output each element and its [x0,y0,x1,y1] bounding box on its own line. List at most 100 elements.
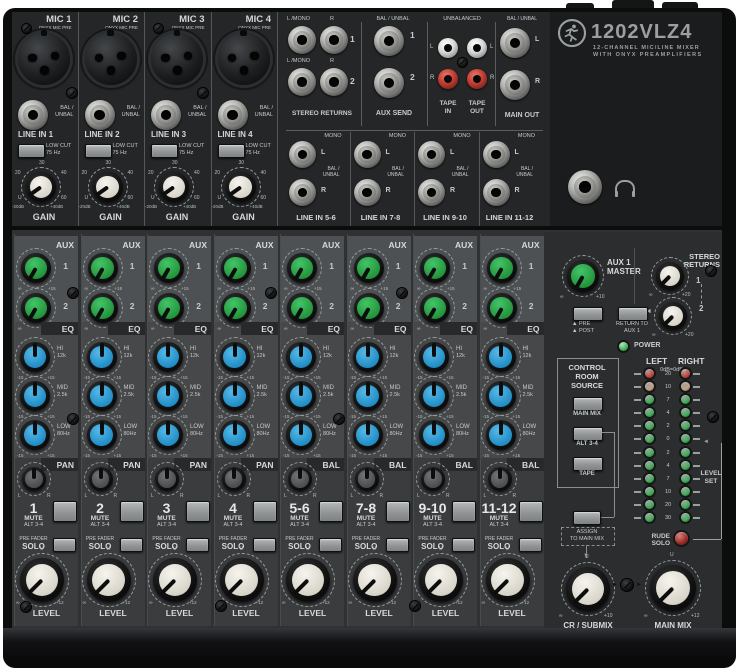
eq-mid-knob[interactable] [220,381,250,411]
eq-low-knob[interactable] [419,420,449,450]
solo-button[interactable] [519,538,542,552]
eq-low-knob[interactable] [353,420,383,450]
pan-bal-label: BAL [456,460,473,470]
screw [266,288,276,298]
low-cut-button[interactable] [218,144,245,158]
mute-button[interactable] [120,501,144,522]
alt-3-4-source-button[interactable] [573,427,603,441]
return-to-aux1-button[interactable] [618,307,648,321]
level-knob[interactable] [153,558,197,602]
mute-button[interactable] [253,501,277,522]
aux1-master-knob[interactable] [567,260,599,292]
aux-2-knob[interactable] [221,293,251,323]
stereo-return-1-knob[interactable] [656,262,684,290]
mute-button[interactable] [186,501,210,522]
aux-2-knob[interactable] [420,293,450,323]
level-knob[interactable] [87,558,131,602]
aux-2-knob[interactable] [154,293,184,323]
eq-hi-knob[interactable] [220,342,250,372]
pan-knob[interactable] [288,467,312,491]
pan-knob[interactable] [421,467,445,491]
main-mix-knob[interactable] [650,565,696,611]
eq-low-knob[interactable] [153,420,183,450]
aux-1-knob[interactable] [487,253,517,283]
eq-low-freq: 80Hz [124,431,137,437]
mute-button[interactable] [319,501,343,522]
mute-button[interactable] [53,501,77,522]
eq-low-knob[interactable] [220,420,250,450]
gain-knob[interactable] [93,172,123,202]
eq-low-knob[interactable] [87,420,117,450]
eq-hi-knob[interactable] [87,342,117,372]
pan-knob[interactable] [89,467,113,491]
eq-hi-label: HI [390,346,396,352]
solo-button[interactable] [120,538,143,552]
main-out-l-label: L [535,36,539,43]
pan-knob[interactable] [22,467,46,491]
low-cut-button[interactable] [151,144,178,158]
eq-low-knob[interactable] [486,420,516,450]
aux-1-knob[interactable] [154,253,184,283]
gain-knob[interactable] [226,172,256,202]
eq-low-knob[interactable] [286,420,316,450]
aux-2-knob[interactable] [21,293,51,323]
mute-button[interactable] [386,501,410,522]
gain-knob[interactable] [26,172,56,202]
solo-button[interactable] [253,538,276,552]
level-knob[interactable] [486,558,530,602]
solo-button[interactable] [319,538,342,552]
aux-2-knob[interactable] [354,293,384,323]
eq-mid-knob[interactable] [353,381,383,411]
stereo-return-2-knob[interactable] [659,302,687,330]
pan-knob[interactable] [355,467,379,491]
aux-2-knob[interactable] [88,293,118,323]
tape-source-button[interactable] [573,457,603,471]
aux-2-knob[interactable] [487,293,517,323]
eq-hi-knob[interactable] [353,342,383,372]
eq-hi-knob[interactable] [286,342,316,372]
pre-post-button[interactable] [573,307,603,321]
solo-button[interactable] [386,538,409,552]
eq-mid-knob[interactable] [153,381,183,411]
eq-mid-knob[interactable] [286,381,316,411]
cr-submix-knob[interactable] [566,567,610,611]
low-cut-button[interactable] [85,144,112,158]
mute-button[interactable] [452,501,476,522]
eq-low-knob[interactable] [20,420,50,450]
main-mix-source-button[interactable] [573,397,603,411]
eq-hi-knob[interactable] [486,342,516,372]
eq-mid-knob[interactable] [20,381,50,411]
aux-1-knob[interactable] [287,253,317,283]
level-knob[interactable] [220,558,264,602]
solo-button[interactable] [452,538,475,552]
solo-button[interactable] [186,538,209,552]
aux-1-knob[interactable] [420,253,450,283]
eq-mid-knob[interactable] [419,381,449,411]
sr2-max: +20 [685,332,693,338]
aux-2-knob[interactable] [287,293,317,323]
pan-knob[interactable] [155,467,179,491]
aux-1-knob[interactable] [21,253,51,283]
gain-knob[interactable] [159,172,189,202]
eq-mid-knob[interactable] [486,381,516,411]
low-cut-button[interactable] [18,144,45,158]
eq-mid-knob[interactable] [87,381,117,411]
level-knob[interactable] [353,558,397,602]
level-knob[interactable] [419,558,463,602]
eq-hi-knob[interactable] [20,342,50,372]
assign-to-main-mix-button[interactable] [573,511,601,525]
pan-knob[interactable] [488,467,512,491]
aux-1-knob[interactable] [221,253,251,283]
eq-hi-knob[interactable] [153,342,183,372]
aux-1-knob[interactable] [88,253,118,283]
level-knob[interactable] [20,558,64,602]
cr-u: U [585,554,589,560]
aux-1-knob[interactable] [354,253,384,283]
level-knob[interactable] [286,558,330,602]
eq-hi-knob[interactable] [419,342,449,372]
meter-row: 7 [634,473,702,486]
solo-button[interactable] [53,538,76,552]
mute-button[interactable] [519,501,543,522]
eq-hi-label: HI [523,346,529,352]
pan-knob[interactable] [222,467,246,491]
